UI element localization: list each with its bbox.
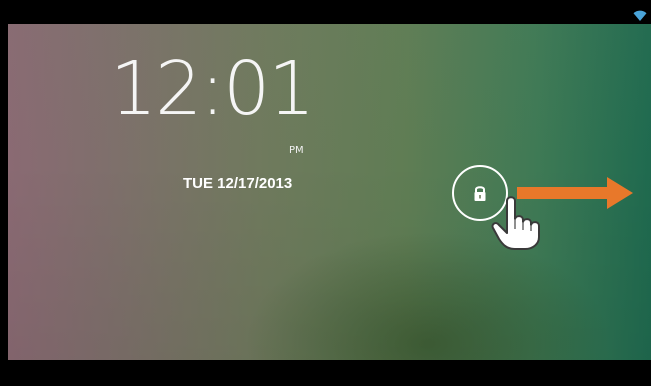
clock-date: TUE 12/17/2013: [183, 175, 293, 192]
status-bar: [8, 8, 651, 24]
wifi-icon: [633, 10, 647, 21]
clock-time: 12:01: [110, 46, 315, 132]
clock-ampm: PM: [289, 145, 304, 156]
navigation-bar: [0, 360, 651, 386]
hand-pointer-icon: [491, 196, 540, 250]
